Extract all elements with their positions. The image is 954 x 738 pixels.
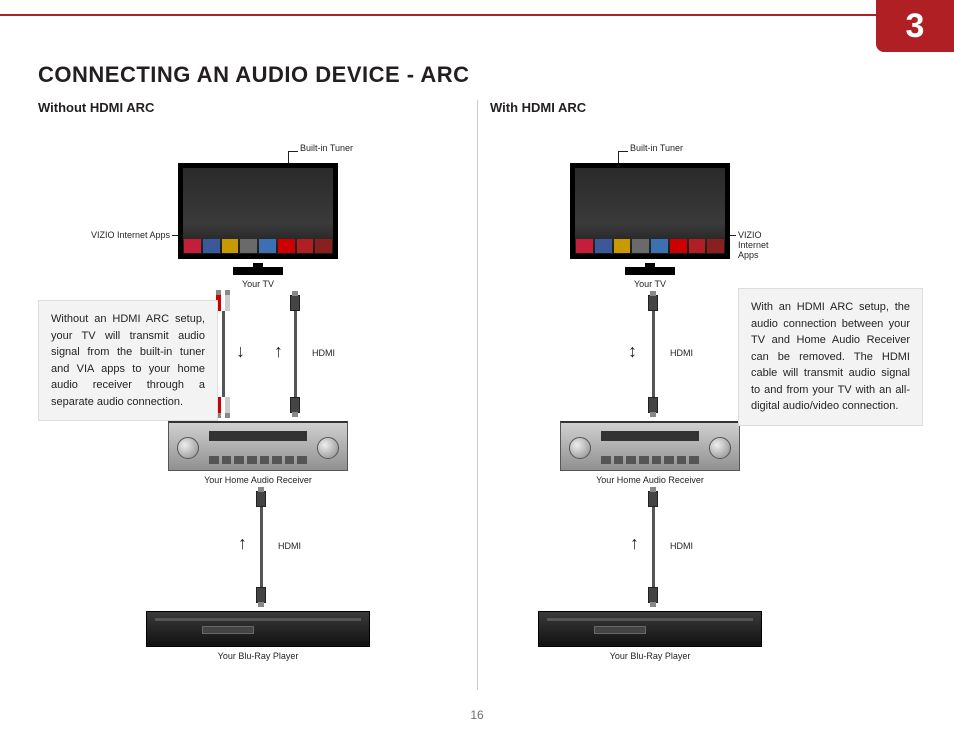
up-arrow-icon: ↑	[274, 341, 283, 362]
label-hdmi-2: HDMI	[670, 541, 693, 551]
right-heading: With HDMI ARC	[490, 100, 930, 115]
label-receiver: Your Home Audio Receiver	[520, 475, 780, 485]
receiver-illustration	[560, 421, 740, 471]
left-heading: Without HDMI ARC	[38, 100, 478, 115]
bluray-illustration	[538, 611, 762, 647]
hdmi-cable-bottom	[648, 491, 658, 603]
hdmi-cable-top	[290, 295, 300, 413]
tv-illustration	[570, 163, 730, 267]
rca-cable	[216, 295, 230, 413]
leader	[288, 151, 298, 152]
up-arrow-icon: ↑	[630, 533, 639, 554]
label-built-in-tuner: Built-in Tuner	[300, 143, 353, 153]
page-title: CONNECTING AN AUDIO DEVICE - ARC	[38, 62, 470, 88]
label-vizio-apps: VIZIO Internet Apps	[90, 230, 170, 240]
leader	[288, 151, 289, 163]
top-red-line	[0, 14, 954, 16]
up-down-arrow-icon: ↕	[628, 341, 637, 362]
right-callout: With an HDMI ARC setup, the audio connec…	[738, 288, 923, 426]
label-hdmi-1: HDMI	[312, 348, 335, 358]
tv-illustration	[178, 163, 338, 267]
label-bluray: Your Blu-Ray Player	[520, 651, 780, 661]
hdmi-cable-top	[648, 295, 658, 413]
hdmi-cable-bottom	[256, 491, 266, 603]
label-vizio-apps: VIZIO Internet Apps	[738, 230, 780, 260]
label-hdmi-1: HDMI	[670, 348, 693, 358]
label-built-in-tuner: Built-in Tuner	[630, 143, 683, 153]
page-number: 16	[0, 708, 954, 722]
label-hdmi-2: HDMI	[278, 541, 301, 551]
up-arrow-icon: ↑	[238, 533, 247, 554]
leader	[618, 151, 619, 163]
label-bluray: Your Blu-Ray Player	[128, 651, 388, 661]
down-arrow-icon: ↓	[236, 341, 245, 362]
leader	[618, 151, 628, 152]
chapter-tab: 3	[876, 0, 954, 52]
label-your-tv: Your TV	[128, 279, 388, 289]
bluray-illustration	[146, 611, 370, 647]
label-receiver: Your Home Audio Receiver	[128, 475, 388, 485]
left-callout: Without an HDMI ARC setup, your TV will …	[38, 300, 218, 421]
receiver-illustration	[168, 421, 348, 471]
